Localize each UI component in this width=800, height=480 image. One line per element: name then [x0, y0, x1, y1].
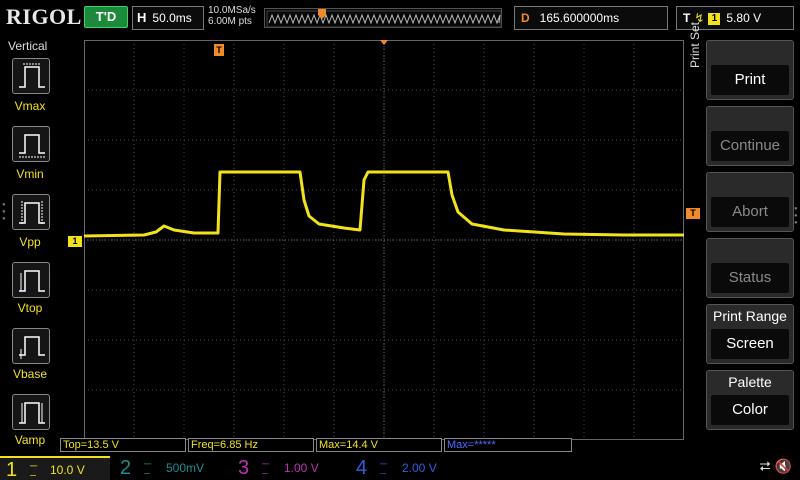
vamp-button[interactable]	[12, 394, 50, 430]
channel3-tab[interactable]: 3 ─ ┄ 1.00 V	[234, 456, 348, 480]
continue-button[interactable]: Continue	[706, 106, 794, 166]
vbase-button[interactable]	[12, 328, 50, 364]
vpp-button[interactable]	[12, 194, 50, 230]
speaker-muted-icon[interactable]: 🔇	[775, 458, 792, 474]
channel4-number: 4	[356, 457, 368, 479]
vamp-icon	[19, 402, 45, 424]
channel1-scale: 10.0 V	[50, 463, 85, 477]
print-range-caption: Print Range	[713, 308, 787, 324]
channel3-scale: 1.00 V	[284, 461, 319, 475]
vmax-label: Vmax	[14, 99, 46, 113]
trigger-level: 5.80 V	[726, 11, 762, 25]
waveform-overview[interactable]	[264, 8, 502, 28]
delay-value: 165.600000ms	[539, 11, 620, 25]
vmin-label: Vmin	[16, 167, 44, 181]
result-freq[interactable]: Freq=6.85 Hz	[188, 438, 314, 452]
vbase-label: Vbase	[12, 367, 48, 381]
panel-page-dots: ● ● ●	[2, 202, 6, 222]
channel4-scale: 2.00 V	[402, 461, 437, 475]
timebase-value: 50.0ms	[152, 11, 192, 25]
run-state-indicator[interactable]: T'D	[84, 6, 128, 28]
delay-label: D	[521, 11, 530, 25]
channel2-scale: 500mV	[166, 461, 205, 475]
vmin-icon	[19, 134, 45, 158]
horizontal-timebase[interactable]: H 50.0ms	[132, 6, 204, 30]
menu-page-dots: ● ● ●	[794, 206, 798, 226]
print-range-value: Screen	[711, 329, 789, 359]
print-button-label: Print	[711, 65, 789, 95]
vtop-button[interactable]	[12, 262, 50, 298]
print-set-menu: Print Set Print Continue Abort Status Pr…	[688, 22, 800, 438]
print-range-button[interactable]: Print Range Screen	[706, 304, 794, 364]
measurement-panel: Vertical Vmax Vmin Vpp Vtop Vbase Vamp ●…	[0, 36, 58, 456]
channel-bar: 1 ─ ┄ 10.0 V 2 ─ ┄ 500mV 3 ─ ┄ 1.00 V 4 ─ ┄ …	[0, 454, 800, 480]
usb-icon[interactable]: ⮂	[759, 458, 770, 474]
channel1-number: 1	[6, 459, 18, 480]
waveform-display[interactable]	[84, 40, 684, 440]
menu-title: Print Set	[688, 21, 702, 68]
dc-coupling-icon: ─ ┄	[144, 459, 152, 480]
dc-coupling-icon: ─ ┄	[380, 459, 388, 480]
result-max[interactable]: Max=14.4 V	[316, 438, 442, 452]
vmax-button[interactable]	[12, 58, 50, 94]
rigol-logo: RIGOL	[6, 4, 82, 29]
print-button[interactable]: Print	[706, 40, 794, 100]
abort-button-label: Abort	[711, 197, 789, 227]
palette-value: Color	[711, 395, 789, 425]
result-top[interactable]: Top=13.5 V	[60, 438, 186, 452]
channel2-number: 2	[120, 457, 132, 479]
overview-waveform-icon	[266, 9, 502, 28]
vtop-label: Vtop	[17, 301, 43, 315]
status-icons: ⮂ 🔇	[759, 458, 792, 475]
horizontal-label: H	[137, 10, 147, 25]
vmin-button[interactable]	[12, 126, 50, 162]
vpp-label: Vpp	[19, 235, 41, 249]
vmax-icon	[19, 63, 45, 88]
result-max-blue[interactable]: Max=*****	[444, 438, 572, 452]
memory-depth: 6.00M pts	[208, 16, 252, 27]
channel1-offset-marker[interactable]: 1	[68, 236, 82, 247]
channel1-tab[interactable]: 1 ─ ┄ 10.0 V	[0, 456, 110, 480]
palette-button[interactable]: Palette Color	[706, 370, 794, 430]
trigger-level-marker[interactable]: T	[686, 208, 700, 219]
waveform-grid	[84, 40, 684, 440]
channel4-tab[interactable]: 4 ─ ┄ 2.00 V	[352, 456, 466, 480]
center-position-marker	[380, 40, 388, 45]
channel2-tab[interactable]: 2 ─ ┄ 500mV	[116, 456, 230, 480]
measurement-results: Top=13.5 V Freq=6.85 Hz Max=14.4 V Max=*…	[60, 438, 580, 453]
status-button[interactable]: Status	[706, 238, 794, 298]
measurement-panel-title: Vertical	[8, 39, 48, 53]
vpp-icon	[19, 201, 45, 225]
trigger-position-marker[interactable]: T	[214, 44, 224, 56]
dc-coupling-icon: ─ ┄	[30, 461, 38, 480]
sample-rate: 10.0MSa/s	[208, 5, 256, 16]
vtop-icon	[19, 270, 45, 292]
palette-caption: Palette	[728, 374, 772, 390]
continue-button-label: Continue	[711, 131, 789, 161]
status-button-label: Status	[711, 263, 789, 293]
vamp-label: Vamp	[14, 433, 46, 447]
horizontal-delay[interactable]: D 165.600000ms	[514, 6, 668, 30]
abort-button[interactable]: Abort	[706, 172, 794, 232]
top-status-bar: RIGOL T'D H 50.0ms 10.0MSa/s 6.00M pts D1…	[0, 0, 800, 36]
channel3-number: 3	[238, 457, 250, 479]
dc-coupling-icon: ─ ┄	[262, 459, 270, 480]
vbase-icon	[19, 336, 45, 359]
acquisition-info: 10.0MSa/s 6.00M pts	[208, 5, 256, 27]
trigger-source-badge: 1	[708, 12, 721, 25]
